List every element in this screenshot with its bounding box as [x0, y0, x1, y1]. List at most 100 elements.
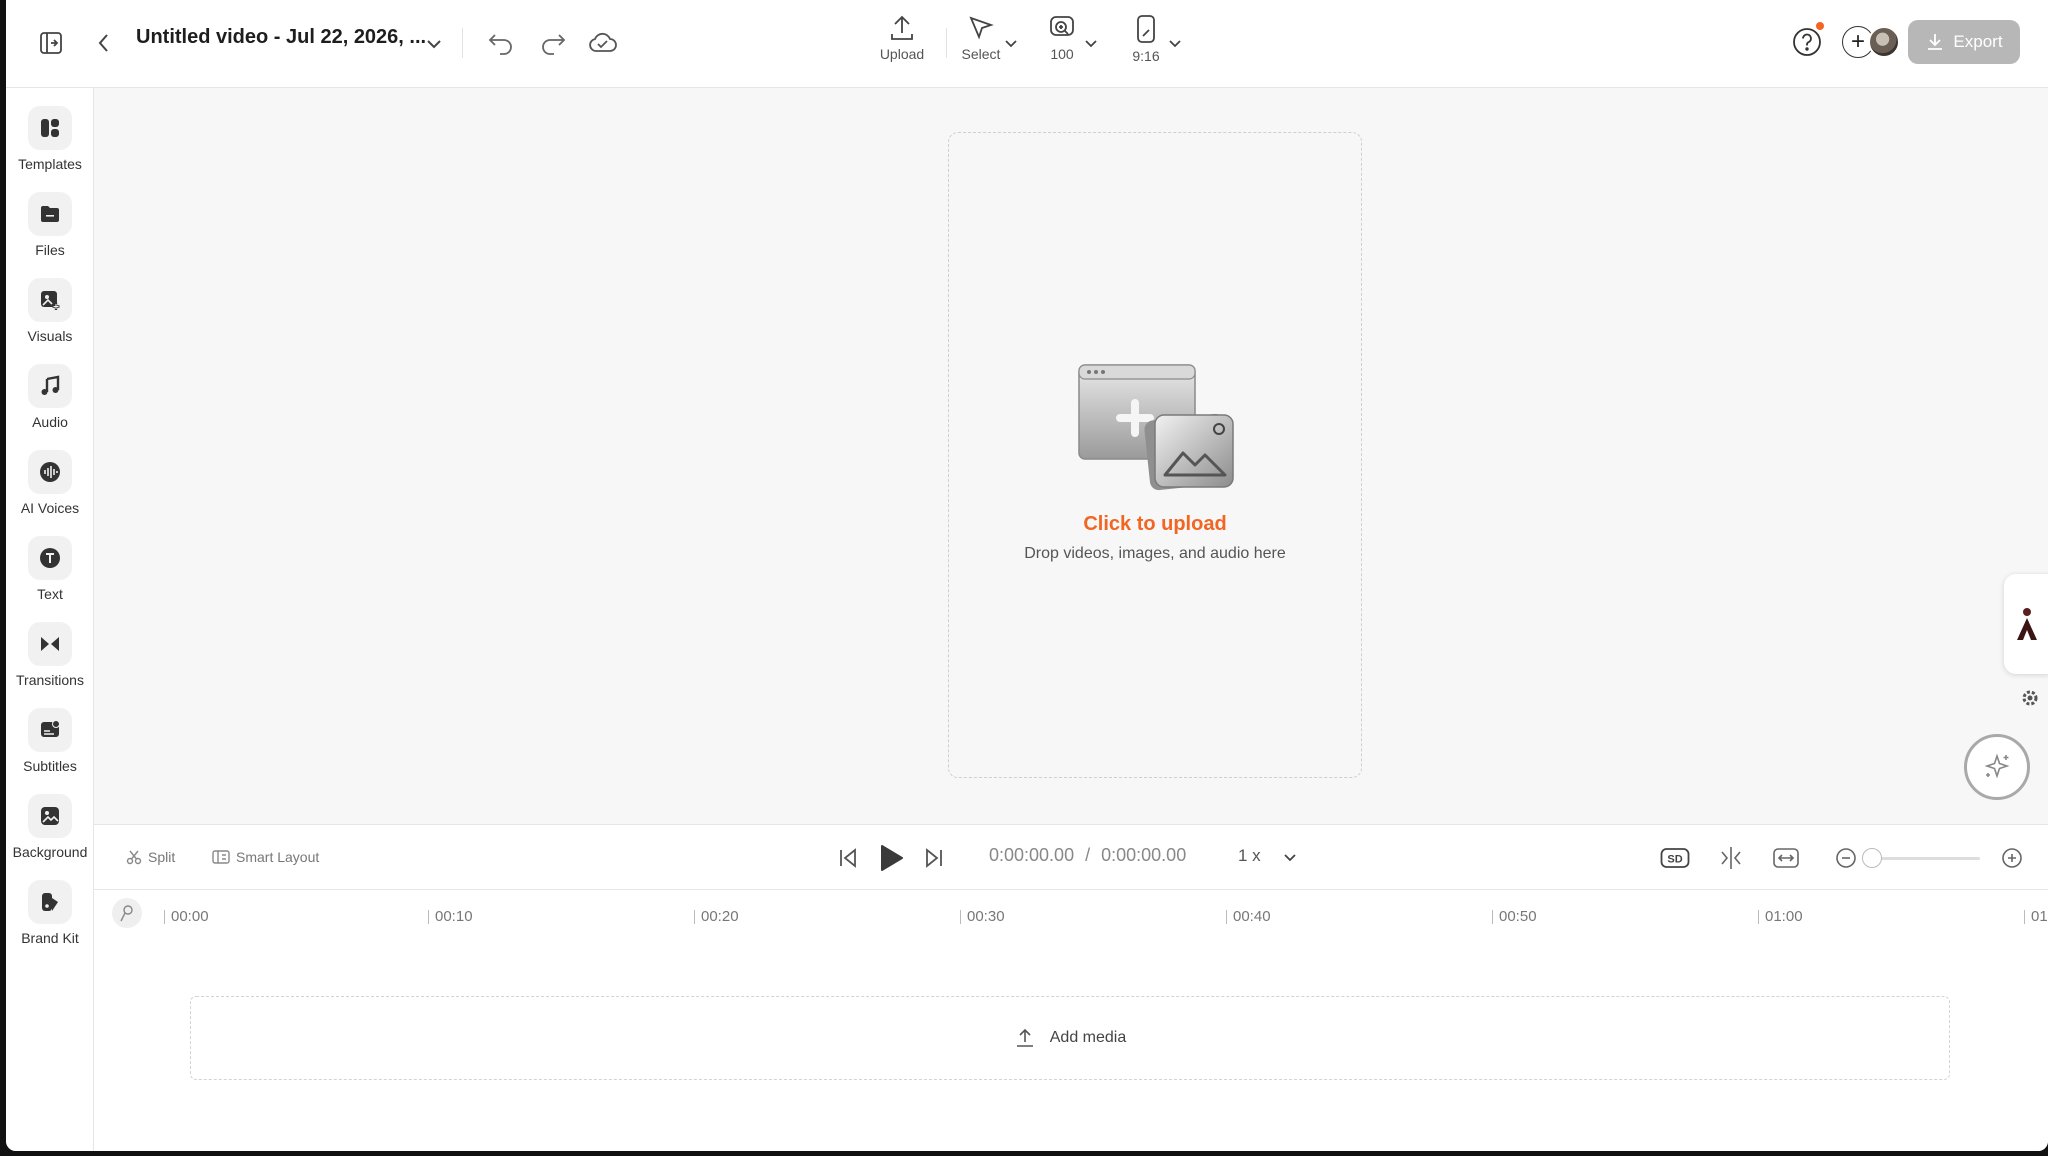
sidebar-item-templates[interactable]: Templates	[6, 106, 94, 172]
sidebar-item-label: AI Voices	[20, 500, 80, 516]
subtitles-icon	[28, 708, 72, 752]
music-note-icon	[28, 364, 72, 408]
divider	[946, 28, 947, 58]
sidebar-item-brand-kit[interactable]: Brand Kit	[6, 880, 94, 946]
zoom-in-circle-icon[interactable]	[2000, 846, 2024, 870]
upload-dropzone[interactable]: Click to upload Drop videos, images, and…	[948, 132, 1362, 778]
play-icon[interactable]	[876, 841, 906, 875]
sidebar-item-label: Subtitles	[23, 758, 77, 774]
text-icon	[28, 536, 72, 580]
title-chevron-down-icon[interactable]	[422, 32, 446, 56]
smart-layout-icon	[212, 850, 230, 864]
time-readout: 0:00:00.00 / 0:00:00.00	[989, 845, 1186, 866]
speed-chevron-down-icon[interactable]	[1280, 847, 1300, 867]
playback-controls: Split Smart Layout 0:00:00.00 / 0:00:00.…	[94, 824, 2048, 890]
skip-back-icon[interactable]	[834, 843, 862, 873]
brand-kit-icon	[28, 880, 72, 924]
image-plus-icon	[28, 278, 72, 322]
divider	[462, 28, 463, 58]
ruler-tick: 00:40	[1226, 909, 1271, 924]
skip-forward-icon[interactable]	[920, 843, 948, 873]
scissors-icon	[126, 850, 142, 865]
total-time: 0:00:00.00	[1101, 845, 1187, 865]
sidebar-item-background[interactable]: Background	[6, 794, 94, 860]
sidebar-item-audio[interactable]: Audio	[6, 364, 94, 430]
app-window: Untitled video - Jul 22, 2026, ... Uploa…	[6, 0, 2048, 1151]
ai-assistant-button[interactable]	[1964, 734, 2030, 800]
upload-icon	[891, 15, 913, 40]
playback-speed[interactable]: 1 x	[1238, 846, 1261, 866]
bowtie-icon	[28, 622, 72, 666]
sidebar-item-label: Brand Kit	[21, 930, 79, 946]
cursor-icon	[969, 16, 994, 40]
sidebar-item-transitions[interactable]: Transitions	[6, 622, 94, 688]
current-time: 0:00:00.00	[989, 845, 1075, 865]
add-media-button[interactable]: Add media	[190, 996, 1950, 1080]
click-to-upload-link[interactable]: Click to upload	[949, 513, 1361, 536]
sidebar-item-visuals[interactable]: Visuals	[6, 278, 94, 344]
export-button[interactable]: Export	[1908, 20, 2020, 64]
help-icon[interactable]	[1791, 26, 1823, 58]
time-separator: /	[1085, 845, 1091, 865]
ruler-tick: 01:00	[1758, 909, 1803, 924]
sidebar-item-label: Transitions	[16, 672, 84, 688]
select-chevron-down-icon[interactable]	[1002, 34, 1020, 52]
sidebar-item-text[interactable]: Text	[6, 536, 94, 602]
sidebar-item-subtitles[interactable]: Subtitles	[6, 708, 94, 774]
undo-icon[interactable]	[484, 26, 518, 60]
sidebar-item-files[interactable]: Files	[6, 192, 94, 258]
notification-dot	[1816, 22, 1824, 30]
ruler-tick: 00:20	[694, 909, 739, 924]
project-title[interactable]: Untitled video - Jul 22, 2026, ...	[136, 26, 426, 49]
upload-label: Upload	[879, 46, 925, 62]
top-bar: Untitled video - Jul 22, 2026, ... Uploa…	[6, 0, 2048, 88]
snap-center-icon[interactable]	[1716, 843, 1746, 873]
timeline: 00:00 00:10 00:20 00:30 00:40 00:50 01:0…	[94, 890, 2048, 1151]
zoom-chevron-down-icon[interactable]	[1082, 34, 1100, 52]
folder-icon	[28, 192, 72, 236]
select-label: Select	[961, 46, 1001, 62]
sidebar-item-label: Background	[12, 844, 88, 860]
zoom-label: 100	[1050, 46, 1074, 62]
ruler-tick: 00:00	[164, 909, 209, 924]
timeline-pin-icon[interactable]	[112, 898, 142, 928]
aspect-chevron-down-icon[interactable]	[1166, 34, 1184, 52]
sidebar-item-ai-voices[interactable]: AI Voices	[6, 450, 94, 516]
sidebar-item-label: Templates	[18, 156, 82, 172]
fit-timeline-icon[interactable]	[1770, 843, 1802, 873]
left-sidebar: Templates Files Visuals Audio AI Voices …	[6, 88, 94, 1151]
split-label: Split	[148, 849, 176, 865]
cloud-saved-icon[interactable]	[586, 26, 620, 60]
upload-hint: Drop videos, images, and audio here	[1024, 545, 1286, 562]
back-chevron-icon[interactable]	[92, 28, 116, 58]
toggle-sidebar-icon[interactable]	[36, 28, 66, 58]
sidebar-item-label: Audio	[32, 414, 68, 430]
timeline-zoom-slider-knob[interactable]	[1862, 848, 1882, 868]
ruler-tick: 00:50	[1492, 909, 1537, 924]
zoom-in-icon	[1050, 16, 1074, 36]
background-image-icon	[28, 794, 72, 838]
templates-icon	[28, 106, 72, 150]
sidebar-item-label: Files	[35, 242, 65, 258]
upload-illustration-icon	[1078, 364, 1234, 491]
redo-icon[interactable]	[536, 26, 570, 60]
zoom-out-icon[interactable]	[1834, 846, 1858, 870]
ruler-tick: 00:10	[428, 909, 473, 924]
sidebar-item-label: Visuals	[27, 328, 73, 344]
smart-layout-button[interactable]: Smart Layout	[212, 849, 319, 865]
add-media-label: Add media	[1049, 1029, 1127, 1046]
gear-icon[interactable]	[2020, 688, 2040, 708]
avatar[interactable]	[1868, 26, 1900, 58]
quality-badge-text: SD	[1667, 854, 1682, 866]
aspect-label: 9:16	[1132, 48, 1160, 64]
sparkle-icon	[1984, 753, 2010, 779]
ruler-tick: 00:30	[960, 909, 1005, 924]
timeline-zoom-slider[interactable]	[1868, 857, 1980, 860]
split-button[interactable]: Split	[126, 849, 175, 865]
waveform-icon	[28, 450, 72, 494]
export-label: Export	[1953, 32, 2003, 51]
assistant-side-tab[interactable]	[2004, 574, 2048, 674]
upload-tool[interactable]: Upload	[872, 14, 932, 62]
canvas-area: Click to upload Drop videos, images, and…	[94, 88, 2048, 824]
quality-badge[interactable]: SD	[1660, 845, 1690, 871]
